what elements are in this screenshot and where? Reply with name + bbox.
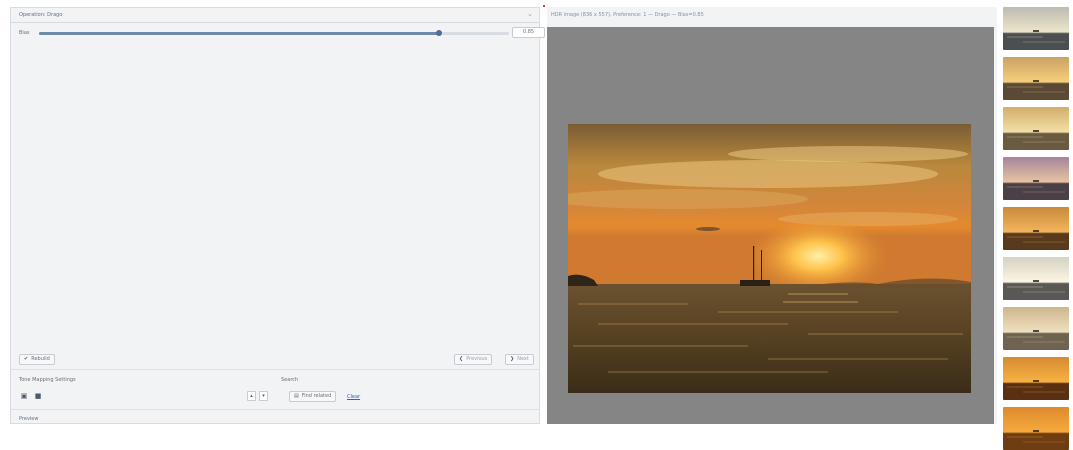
status-dot [543, 5, 545, 7]
next-label: Next [517, 356, 529, 362]
operation-header[interactable]: Operation: Drago ⌄ [11, 8, 539, 23]
thumbnail-item[interactable] [1003, 307, 1069, 350]
preview-label: Preview [19, 416, 39, 422]
image-icon[interactable]: ▣ [19, 392, 29, 401]
bias-slider-handle[interactable] [435, 30, 442, 36]
next-button[interactable]: ❯ Next [505, 354, 534, 365]
preview-image [568, 124, 971, 393]
image-info: HDR image (836 x 557), Preference: 1 — D… [551, 12, 704, 18]
rebuild-icon: ✔ [24, 356, 29, 362]
bias-slider[interactable] [39, 30, 509, 36]
image-search-icon: ▤ [294, 393, 299, 399]
thumbnail-item[interactable] [1003, 357, 1069, 400]
thumbnail-strip [1000, 7, 1073, 450]
bias-slider-row: Bias 0.85 [11, 26, 545, 40]
search-label: Search [281, 377, 299, 383]
thumbnail-item[interactable] [1003, 107, 1069, 150]
thumbnail-item[interactable] [1003, 257, 1069, 300]
divider [11, 409, 539, 410]
preview-panel: HDR image (836 x 557), Preference: 1 — D… [547, 7, 997, 424]
thumbnail-item[interactable] [1003, 57, 1069, 100]
folder-icon[interactable]: ■ [33, 392, 43, 401]
rebuild-label: Rebuild [31, 356, 50, 362]
previous-label: Previous [466, 356, 488, 362]
thumbnail-item[interactable] [1003, 407, 1069, 450]
thumbnail-item[interactable] [1003, 7, 1069, 50]
arrow-right-icon: ❯ [510, 356, 515, 362]
bias-slider-fill [39, 32, 439, 35]
previous-button[interactable]: ❮ Previous [454, 354, 493, 365]
bias-label: Bias [19, 30, 30, 36]
find-related-label: Find related [301, 393, 332, 399]
preview-canvas[interactable] [547, 27, 994, 424]
arrow-down-icon[interactable]: ▾ [259, 391, 268, 401]
arrow-up-icon[interactable]: ▴ [247, 391, 256, 401]
bias-value-input[interactable]: 0.85 [512, 27, 545, 38]
divider [11, 369, 539, 370]
arrow-left-icon: ❮ [459, 356, 464, 362]
rebuild-button[interactable]: ✔ Rebuild [19, 354, 55, 365]
clear-link[interactable]: Clear [347, 394, 360, 400]
tonemapping-settings-label: Tone Mapping Settings [19, 377, 76, 383]
settings-panel: Operation: Drago ⌄ Bias 0.85 ✔ Rebuild ❮ P… [10, 7, 545, 424]
operation-title: Operation: Drago [19, 12, 63, 18]
chevron-down-icon[interactable]: ⌄ [527, 10, 533, 18]
thumbnail-item[interactable] [1003, 207, 1069, 250]
find-related-button[interactable]: ▤ Find related [289, 391, 337, 402]
thumbnail-item[interactable] [1003, 157, 1069, 200]
